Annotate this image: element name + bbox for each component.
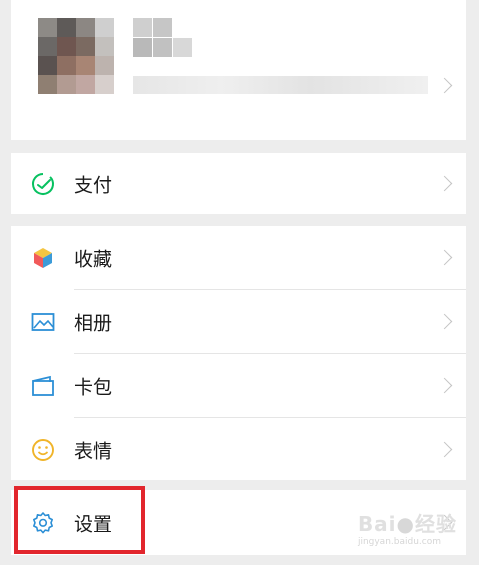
menu-item-cards[interactable]: 卡包 <box>11 354 466 417</box>
pay-card: 支付 <box>11 153 466 214</box>
menu-item-pay[interactable]: 支付 <box>11 153 466 214</box>
menu-item-label: 收藏 <box>74 248 113 270</box>
watermark-logo: Bai●经验 jingyan.baidu.com <box>357 512 457 547</box>
menu-item-album[interactable]: 相册 <box>11 290 466 353</box>
services-card: 收藏 相册 卡包 表情 <box>11 226 466 480</box>
chevron-right-icon <box>436 249 453 265</box>
cube-icon <box>34 247 52 268</box>
pay-icon <box>32 172 54 195</box>
chevron-right-icon <box>436 377 453 393</box>
menu-item-label: 支付 <box>74 174 113 196</box>
menu-item-label: 相册 <box>74 312 113 334</box>
profile-card[interactable] <box>11 0 466 140</box>
smile-icon <box>32 438 54 461</box>
highlight-box <box>14 486 145 554</box>
profile-name-blurred <box>133 18 192 58</box>
menu-item-stickers[interactable]: 表情 <box>11 418 466 481</box>
chevron-right-icon <box>436 77 453 94</box>
menu-item-favorites[interactable]: 收藏 <box>11 226 466 289</box>
image-icon <box>31 312 55 331</box>
chevron-right-icon <box>436 441 453 457</box>
menu-item-label: 卡包 <box>74 376 113 398</box>
profile-id-blurred <box>133 76 428 94</box>
avatar <box>38 18 114 94</box>
chevron-right-icon <box>436 313 453 329</box>
menu-item-label: 表情 <box>74 440 113 462</box>
chevron-right-icon <box>436 175 453 191</box>
wallet-icon <box>32 375 54 396</box>
